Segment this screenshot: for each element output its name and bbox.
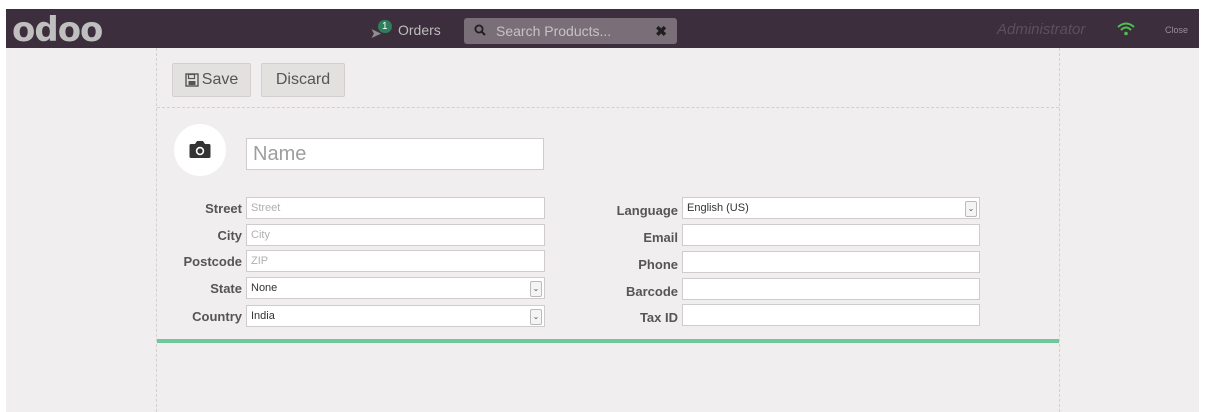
customer-photo[interactable] [174,124,226,176]
discard-button[interactable]: Discard [261,63,345,97]
state-label: State [210,281,242,296]
product-search[interactable]: Search Products... ✖ [464,18,677,44]
orders-label: Orders [398,22,441,38]
orders-count-badge: 1 [378,20,392,33]
close-button[interactable]: Close [1165,25,1188,35]
barcode-label: Barcode [625,284,678,299]
camera-icon [189,141,211,158]
tax-id-label: Tax ID [639,310,678,325]
street-input[interactable]: Street [246,197,545,219]
phone-field[interactable] [682,251,980,273]
state-value: None [251,282,278,294]
city-input[interactable]: City [246,224,545,246]
country-label: Country [192,309,242,324]
chevron-down-icon: ⌄ [965,201,977,217]
postcode-input[interactable]: ZIP [246,250,545,272]
customer-form-panel: Save Discard Name Street Street City Cit… [156,48,1060,412]
wifi-icon [1117,22,1135,36]
name-input[interactable]: Name [246,138,544,170]
search-icon [474,24,488,39]
country-value: India [251,310,275,322]
orders-button[interactable]: ➤ 1 Orders [370,19,441,41]
language-label: Language [616,203,678,218]
section-divider [157,339,1059,343]
country-select[interactable]: India ⌄ [246,305,545,327]
chevron-down-icon: ⌄ [530,309,542,325]
state-select[interactable]: None ⌄ [246,277,545,299]
save-button[interactable]: Save [172,63,251,97]
tax-id-field[interactable] [682,304,980,326]
chevron-down-icon: ⌄ [530,281,542,297]
language-select[interactable]: English (US) ⌄ [682,197,980,219]
odoo-logo: odoo [12,10,103,50]
clear-search-icon[interactable]: ✖ [655,23,667,40]
top-bar: odoo ➤ 1 Orders Search Products... ✖ Adm… [6,9,1199,50]
city-label: City [217,228,242,243]
save-label: Save [201,71,239,88]
phone-label: Phone [638,257,678,272]
search-input[interactable]: Search Products... [496,23,655,39]
floppy-disk-icon [185,73,199,87]
pos-window: odoo ➤ 1 Orders Search Products... ✖ Adm… [6,9,1199,412]
street-label: Street [205,201,242,216]
email-field[interactable] [682,224,980,246]
email-label: Email [643,230,678,245]
toolbar-divider [157,107,1059,108]
user-name: Administrator [997,21,1086,38]
language-value: English (US) [687,202,749,214]
barcode-field[interactable] [682,278,980,300]
postcode-label: Postcode [183,254,242,269]
tag-icon: ➤ 1 [370,20,392,40]
